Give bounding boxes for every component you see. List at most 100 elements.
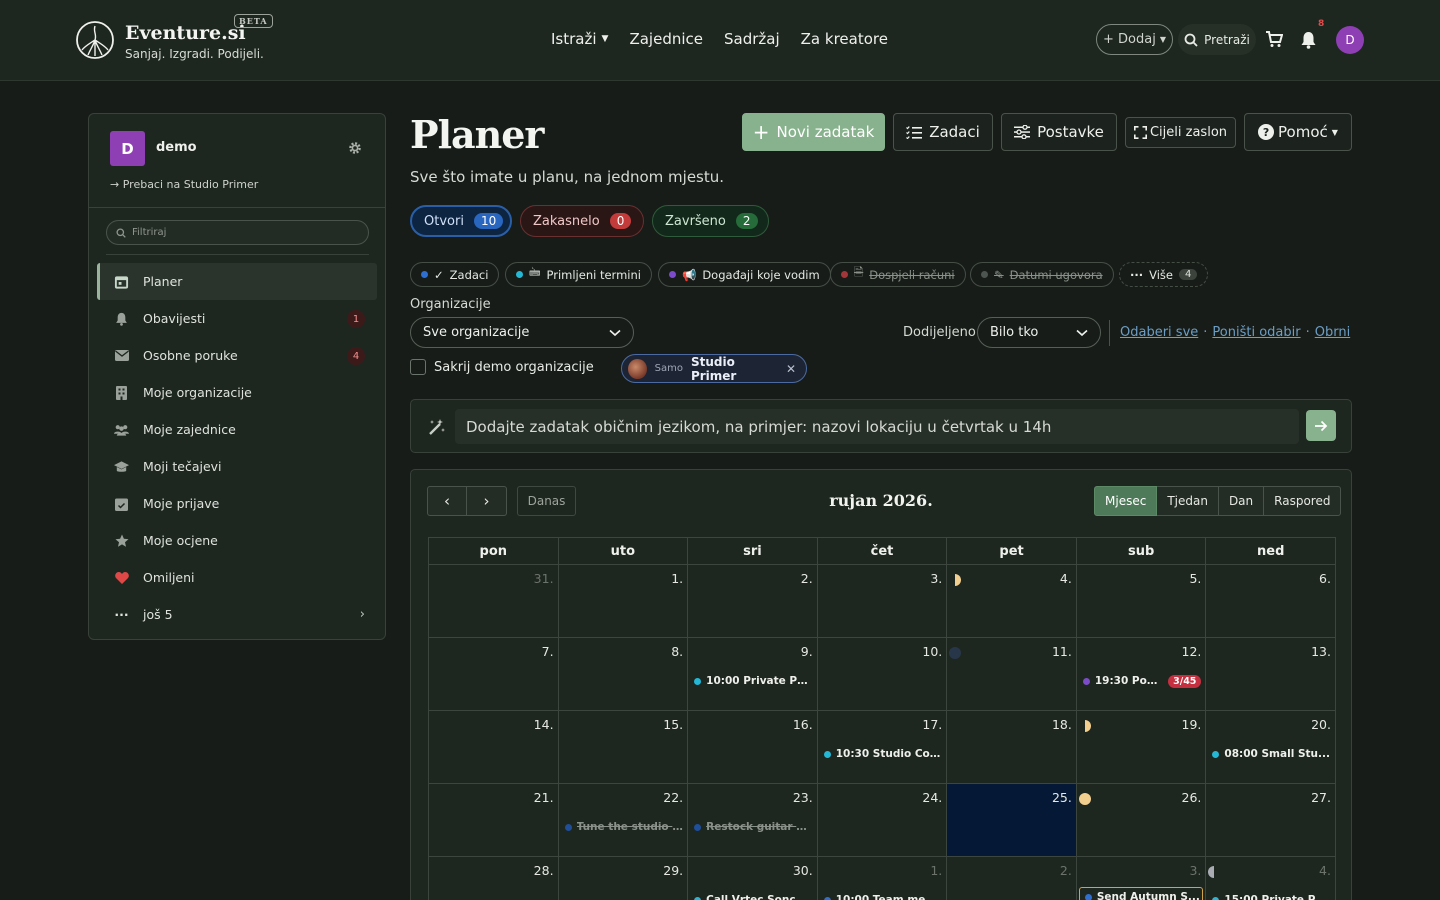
calendar-day[interactable]: 12. 19:30 Poet... 3/45 <box>1076 638 1207 711</box>
calendar-day[interactable]: 15. <box>558 711 689 784</box>
studio-filter-chip[interactable]: Samo Studio Primer ✕ <box>621 354 807 383</box>
help-button[interactable]: ? Pomoć ▼ <box>1244 113 1352 151</box>
brand-name[interactable]: Eventure.si <box>125 22 246 44</box>
user-avatar[interactable]: D <box>1336 26 1364 54</box>
calendar-day[interactable]: 21. <box>429 784 559 857</box>
sidebar-filter-input[interactable]: Filtriraj <box>106 220 369 245</box>
calendar-event[interactable]: 10:00 Private Pot... <box>694 673 813 689</box>
status-filter-open[interactable]: Otvori 10 <box>410 205 512 237</box>
sidebar-item-zajednice[interactable]: Moje zajednice <box>97 411 377 448</box>
type-filter-more[interactable]: ··· Više 4 <box>1119 262 1209 287</box>
assigned-select[interactable]: Bilo tko <box>977 317 1101 348</box>
tree-logo-icon[interactable] <box>75 20 115 60</box>
calendar-day[interactable]: 6. <box>1206 565 1336 638</box>
ai-task-input[interactable]: Dodajte zadatak običnim jezikom, na prim… <box>455 409 1299 444</box>
gear-icon[interactable] <box>348 141 362 155</box>
sidebar-item-ocjene[interactable]: Moje ocjene <box>97 522 377 559</box>
calendar-day[interactable]: 4. <box>947 565 1077 638</box>
calendar-day[interactable]: 30. Call Vrtec Sonce... <box>688 857 818 900</box>
calendar-event[interactable]: 15:00 Private Pot... <box>1212 892 1331 900</box>
calendar-day[interactable]: 11. <box>947 638 1077 711</box>
calendar-event[interactable]: Send Autumn S... <box>1078 887 1204 900</box>
nav-item-za-kreatore[interactable]: Za kreatore <box>801 30 888 48</box>
settings-button[interactable]: Postavke <box>1001 113 1117 151</box>
type-filter-zadaci[interactable]: ✓ Zadaci <box>410 262 500 287</box>
calendar-event[interactable]: Tune the studio ... <box>564 819 683 835</box>
view-day-button[interactable]: Dan <box>1218 486 1265 516</box>
today-button[interactable]: Danas <box>517 486 576 516</box>
sidebar-item-organizacije[interactable]: Moje organizacije <box>97 374 377 411</box>
fullscreen-button[interactable]: Cijeli zaslon <box>1125 117 1236 148</box>
calendar-day[interactable]: 5. <box>1076 565 1207 638</box>
tasks-button[interactable]: Zadaci <box>893 113 993 151</box>
nav-item-zajednice[interactable]: Zajednice <box>629 30 703 48</box>
calendar-day[interactable]: 2. <box>688 565 818 638</box>
calendar-day[interactable]: 16. <box>688 711 818 784</box>
type-filter-termini[interactable]: 🖮 Primljeni termini <box>505 262 652 287</box>
calendar-day[interactable]: 2. <box>947 857 1077 900</box>
nav-item-istrazi[interactable]: Istraži ▼ <box>551 30 608 48</box>
calendar-day[interactable]: 3. Send Autumn S... <box>1077 857 1207 900</box>
calendar-day[interactable]: 22. Tune the studio ... <box>558 784 689 857</box>
type-filter-racuni[interactable]: 🗎 Dospjeli računi <box>830 262 966 287</box>
calendar-day[interactable]: 3. <box>817 565 948 638</box>
cart-icon[interactable] <box>1265 30 1283 48</box>
calendar-day[interactable]: 14. <box>429 711 559 784</box>
calendar-day[interactable]: 1. 10:00 Team meet... <box>818 857 948 900</box>
calendar-day[interactable]: 13. <box>1206 638 1336 711</box>
calendar-event[interactable]: Restock guitar s... <box>694 819 813 835</box>
select-all-link[interactable]: Odaberi sve <box>1120 325 1198 340</box>
view-agenda-button[interactable]: Raspored <box>1264 486 1342 516</box>
calendar-event[interactable]: 10:30 Studio Con... <box>823 746 942 762</box>
switch-account-link[interactable]: → Prebaci na Studio Primer <box>110 178 258 191</box>
sidebar-item-omiljeni[interactable]: Omiljeni <box>97 559 377 596</box>
hide-demo-label[interactable]: Sakrij demo organizacije <box>434 360 594 375</box>
calendar-event[interactable]: Call Vrtec Sonce... <box>694 892 813 900</box>
calendar-day[interactable]: 28. <box>429 857 559 900</box>
calendar-day[interactable]: 9. 10:00 Private Pot... <box>688 638 818 711</box>
add-button[interactable]: + Dodaj ▼ <box>1096 24 1173 55</box>
hide-demo-checkbox[interactable] <box>410 359 426 375</box>
calendar-day[interactable]: 19. <box>1076 711 1207 784</box>
calendar-day-today[interactable]: 25. <box>947 784 1077 857</box>
status-filter-late[interactable]: Zakasnelo 0 <box>520 205 644 237</box>
invert-link[interactable]: Obrni <box>1315 325 1350 340</box>
sidebar-item-obavijesti[interactable]: Obavijesti 1 <box>97 300 377 337</box>
calendar-day[interactable]: 4. 15:00 Private Pot... <box>1206 857 1336 900</box>
prev-month-button[interactable]: ‹ <box>427 486 467 516</box>
sidebar-item-poruke[interactable]: Osobne poruke 4 <box>97 337 377 374</box>
org-select[interactable]: Sve organizacije <box>410 317 634 348</box>
calendar-day[interactable]: 27. <box>1206 784 1336 857</box>
calendar-day[interactable]: 18. <box>947 711 1077 784</box>
submit-button[interactable] <box>1306 410 1336 441</box>
view-month-button[interactable]: Mjesec <box>1094 486 1158 516</box>
calendar-day[interactable]: 10. <box>817 638 948 711</box>
calendar-day[interactable]: 17. 10:30 Studio Con... <box>817 711 948 784</box>
calendar-day[interactable]: 29. <box>559 857 689 900</box>
type-filter-dogadaji[interactable]: 📢 Događaji koje vodim <box>658 262 831 287</box>
sidebar-item-tecajevi[interactable]: Moji tečajevi <box>97 448 377 485</box>
calendar-day[interactable]: 7. <box>429 638 559 711</box>
calendar-day[interactable]: 8. <box>558 638 689 711</box>
calendar-day[interactable]: 24. <box>817 784 948 857</box>
calendar-day[interactable]: 26. <box>1076 784 1207 857</box>
sidebar-item-planer[interactable]: Planer <box>97 263 377 300</box>
new-task-button[interactable]: + Novi zadatak <box>742 113 885 151</box>
type-filter-ugovori[interactable]: ✎ Datumi ugovora <box>970 262 1114 287</box>
calendar-day[interactable]: 20. 08:00 Small Stu... <box>1206 711 1336 784</box>
calendar-day[interactable]: 23. Restock guitar s... <box>688 784 818 857</box>
view-week-button[interactable]: Tjedan <box>1157 486 1219 516</box>
nav-item-sadrzaj[interactable]: Sadržaj <box>724 30 780 48</box>
sidebar-item-more[interactable]: ··· još 5 › <box>97 596 377 633</box>
calendar-day[interactable]: 1. <box>558 565 689 638</box>
calendar-day[interactable]: 31. <box>429 565 559 638</box>
calendar-event[interactable]: 10:00 Team meet... <box>823 892 942 900</box>
status-filter-done[interactable]: Završeno 2 <box>652 205 769 237</box>
deselect-link[interactable]: Poništi odabir <box>1212 325 1300 340</box>
search-button[interactable]: Pretraži <box>1178 24 1256 55</box>
calendar-event[interactable]: 08:00 Small Stu... <box>1212 746 1331 762</box>
close-icon[interactable]: ✕ <box>786 362 796 376</box>
calendar-event[interactable]: 19:30 Poet... 3/45 <box>1082 673 1202 689</box>
next-month-button[interactable]: › <box>467 486 507 516</box>
sidebar-item-prijave[interactable]: Moje prijave <box>97 485 377 522</box>
